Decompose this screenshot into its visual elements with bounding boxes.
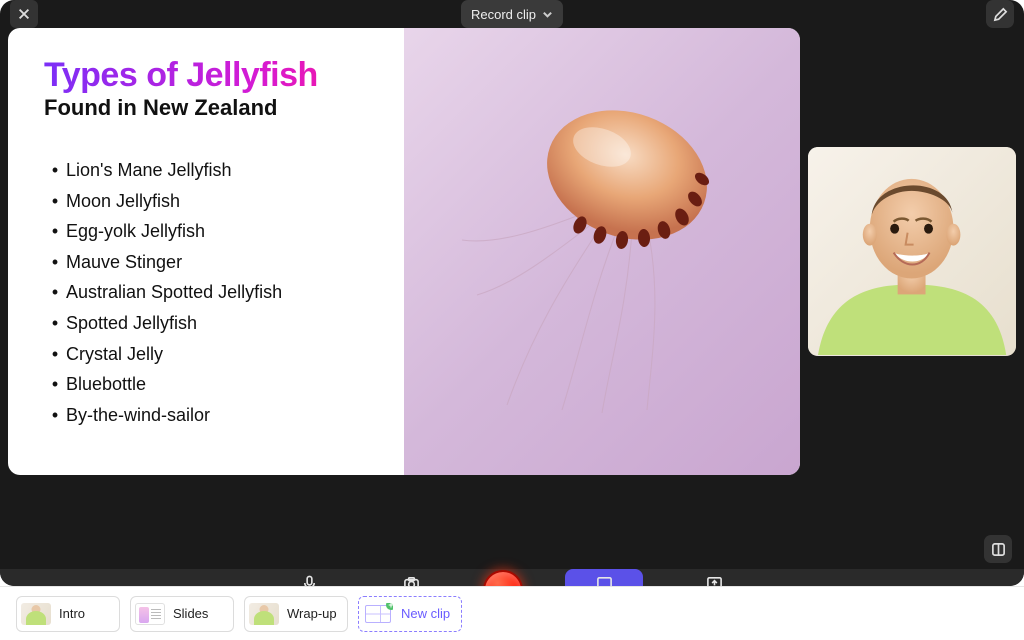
recording-toolbar: Mute Stop camera Stop screen Import slid…: [0, 569, 1024, 586]
clips-timeline: Intro Slides Wrap-up New clip: [0, 586, 1024, 640]
recorder-window: Record clip Types of Jellyfish Found in …: [0, 0, 1024, 586]
slides-import-icon: [706, 575, 723, 586]
slide-subtitle: Found in New Zealand: [44, 95, 392, 121]
record-clip-label: Record clip: [471, 7, 536, 22]
clip-label: Wrap-up: [287, 606, 337, 621]
edit-icon: [993, 7, 1008, 22]
slide-list-item: By-the-wind-sailor: [44, 400, 392, 431]
close-icon: [17, 7, 31, 21]
slide-list-item: Lion's Mane Jellyfish: [44, 155, 392, 186]
clip-item[interactable]: Slides: [130, 596, 234, 632]
microphone-icon: [301, 575, 318, 586]
presentation-slide: Types of Jellyfish Found in New Zealand …: [8, 28, 800, 475]
screen-icon: [596, 575, 613, 586]
slide-list-item: Mauve Stinger: [44, 247, 392, 278]
import-slides-button[interactable]: Import slides: [685, 575, 745, 586]
slide-list: Lion's Mane JellyfishMoon JellyfishEgg-y…: [44, 155, 392, 430]
slide-list-item: Moon Jellyfish: [44, 186, 392, 217]
new-clip-button[interactable]: New clip: [358, 596, 462, 632]
clip-thumbnail: [135, 603, 165, 625]
record-button[interactable]: [483, 570, 523, 586]
topbar: Record clip: [0, 0, 1024, 28]
clip-label: Slides: [173, 606, 208, 621]
clip-item[interactable]: Intro: [16, 596, 120, 632]
record-clip-dropdown[interactable]: Record clip: [461, 0, 563, 28]
slide-image: [404, 28, 800, 475]
layout-toggle-button[interactable]: [984, 535, 1012, 563]
new-clip-icon: [363, 603, 393, 625]
slide-list-item: Spotted Jellyfish: [44, 308, 392, 339]
new-clip-label: New clip: [401, 606, 450, 621]
camera-icon: [403, 575, 420, 586]
jellyfish-illustration: [452, 35, 752, 415]
close-button[interactable]: [10, 0, 38, 28]
slide-title: Types of Jellyfish: [44, 56, 392, 95]
clip-thumbnail: [21, 603, 51, 625]
chevron-down-icon: [542, 9, 553, 20]
slide-list-item: Bluebottle: [44, 369, 392, 400]
slide-list-item: Egg-yolk Jellyfish: [44, 216, 392, 247]
edit-button[interactable]: [986, 0, 1014, 28]
clip-item[interactable]: Wrap-up: [244, 596, 348, 632]
stop-camera-button[interactable]: Stop camera: [381, 575, 441, 586]
slide-list-item: Australian Spotted Jellyfish: [44, 277, 392, 308]
presenter-avatar: [808, 147, 1016, 355]
webcam-preview[interactable]: [808, 147, 1016, 356]
columns-icon: [991, 542, 1006, 557]
slide-list-item: Crystal Jelly: [44, 339, 392, 370]
slide-text-panel: Types of Jellyfish Found in New Zealand …: [8, 28, 404, 475]
clip-label: Intro: [59, 606, 85, 621]
clip-thumbnail: [249, 603, 279, 625]
stop-screen-button[interactable]: Stop screen: [565, 569, 642, 586]
mute-button[interactable]: Mute: [279, 575, 339, 586]
